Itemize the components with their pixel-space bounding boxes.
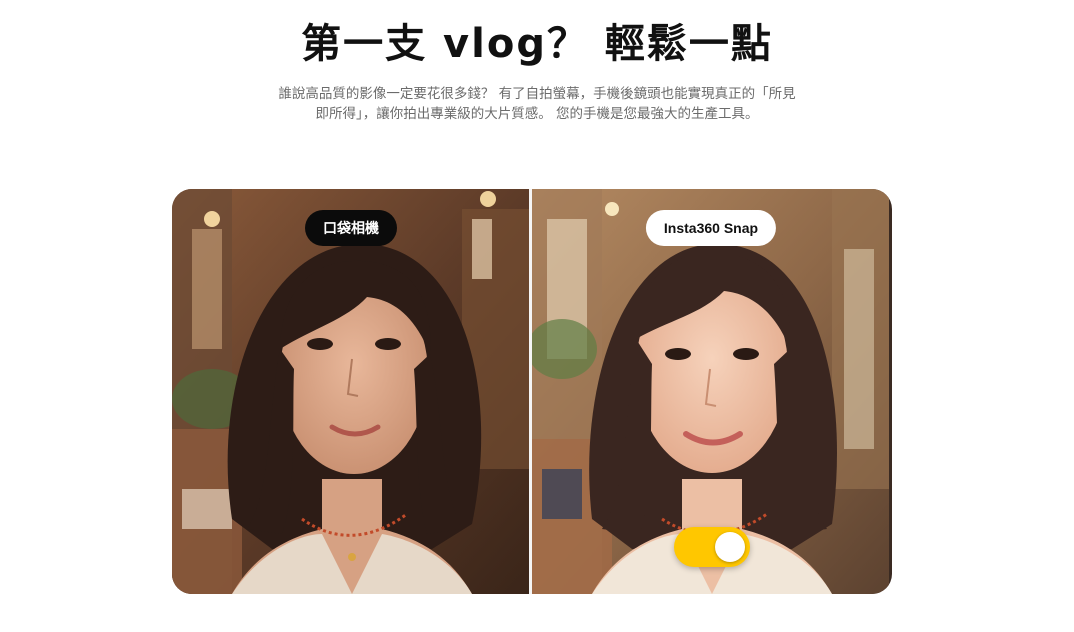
comparison-viewer[interactable]: 口袋相機 Insta360 Snap: [172, 189, 892, 594]
portrait-photo-pocket-camera: [172, 189, 529, 594]
comparison-toggle-switch[interactable]: [674, 527, 750, 567]
section-heading: 第一支 vlog？ 輕鬆一點: [301, 21, 773, 67]
label-insta360-snap: Insta360 Snap: [645, 210, 777, 246]
comparison-panel-right: Insta360 Snap: [532, 189, 889, 594]
comparison-panel-left: 口袋相機: [172, 189, 529, 594]
section-subtitle: 誰說高品質的影像一定要花很多錢？ 有了自拍螢幕，手機後鏡頭也能實現真正的「所見即…: [278, 86, 796, 122]
label-pocket-camera: 口袋相機: [305, 210, 397, 246]
toggle-knob: [715, 532, 745, 562]
